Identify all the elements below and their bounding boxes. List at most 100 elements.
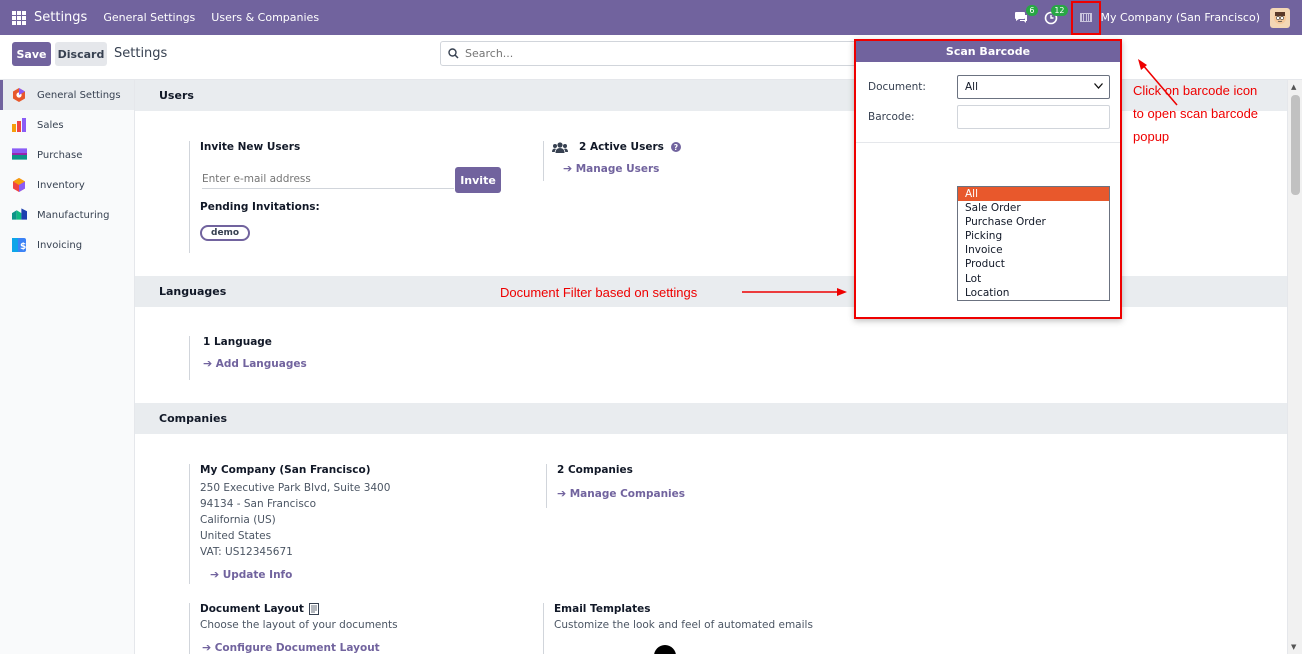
address-line: 250 Executive Park Blvd, Suite 3400 [200,482,391,494]
settings-sidebar: General Settings Sales Purchase Inventor… [0,80,135,654]
svg-text:$: $ [20,242,26,252]
sidebar-item-manufacturing[interactable]: Manufacturing [0,200,134,230]
chat-badge: 6 [1026,4,1038,16]
invite-email-input[interactable] [202,169,454,189]
update-info-link[interactable]: ➔ Update Info [210,568,390,581]
manage-users-link[interactable]: ➔ Manage Users [563,162,681,175]
nav-users-companies[interactable]: Users & Companies [211,11,319,24]
document-icon [308,603,319,615]
active-users-block: 2 Active Users ? ➔ Manage Users [543,141,681,181]
manage-companies-label: Manage Companies [569,488,686,500]
apps-menu-icon[interactable] [12,10,26,25]
users-icon [552,141,568,153]
option-location[interactable]: Location [958,286,1109,300]
inventory-icon [12,178,27,192]
language-count: 1 Language [203,336,272,348]
sidebar-item-general-settings[interactable]: General Settings [0,80,134,110]
page-title: Settings [114,46,168,61]
option-product[interactable]: Product [958,257,1109,271]
companies-count: 2 Companies [557,464,633,476]
invite-button[interactable]: Invite [455,167,501,193]
search-box [440,41,860,66]
scrollbar-thumb[interactable] [1291,95,1300,195]
sidebar-item-label: Inventory [37,179,85,191]
active-users-count: 2 Active Users [579,141,664,153]
address-line: United States [200,530,272,542]
sidebar-item-invoicing[interactable]: $ Invoicing [0,230,134,260]
barcode-input[interactable] [957,105,1110,129]
add-languages-label: Add Languages [215,358,307,370]
option-all[interactable]: All [958,187,1109,202]
user-avatar-icon[interactable] [1270,7,1290,28]
arrow-right-icon: ➔ [563,162,573,175]
invite-users-block: Invite New Users Pending Invitations: de… [189,141,454,253]
companies-count-block: 2 Companies ➔ Manage Companies [546,464,685,508]
document-layout-desc: Choose the layout of your documents [200,619,398,631]
company-name: My Company (San Francisco) [200,464,371,476]
scrollbar[interactable]: ▲ ▼ [1287,80,1302,654]
sidebar-item-label: Invoicing [37,239,83,251]
nav-general-settings[interactable]: General Settings [103,11,195,24]
document-select[interactable]: All [957,75,1110,99]
pending-invitations-title: Pending Invitations: [200,201,320,213]
email-templates-title: Email Templates [554,603,651,615]
popup-title: Scan Barcode [856,41,1120,62]
document-label: Document: [868,81,926,93]
invoicing-icon: $ [12,238,27,252]
vat-line: VAT: US12345671 [200,546,293,558]
discard-button[interactable]: Discard [55,42,107,66]
chat-icon[interactable]: 6 [1011,4,1038,28]
configure-layout-link[interactable]: ➔ Configure Document Layout [202,641,398,654]
invite-title: Invite New Users [200,141,301,153]
sidebar-item-label: Purchase [37,149,83,161]
add-languages-link[interactable]: ➔ Add Languages [203,357,307,370]
sidebar-item-label: Manufacturing [37,209,110,221]
arrow-right-icon: ➔ [210,568,220,581]
email-templates-desc: Customize the look and feel of automated… [554,619,813,631]
arrow-right-icon: ➔ [557,487,567,500]
sidebar-item-inventory[interactable]: Inventory [0,170,134,200]
annotation-line: Click on barcode icon [1133,83,1258,98]
scroll-down-icon[interactable]: ▼ [1291,643,1296,651]
annotation-line: popup [1133,129,1170,144]
scroll-up-icon[interactable]: ▲ [1291,83,1296,91]
save-button[interactable]: Save [12,42,51,66]
option-invoice[interactable]: Invoice [958,243,1109,257]
document-options-list[interactable]: All Sale Order Purchase Order Picking In… [957,186,1110,301]
sidebar-item-purchase[interactable]: Purchase [0,140,134,170]
email-templates-block: Email Templates Customize the look and f… [543,603,813,654]
activity-clock-icon[interactable]: 12 [1041,4,1068,28]
barcode-annotation: Click on barcode icon to open scan barco… [1133,79,1258,148]
app-brand[interactable]: Settings [34,10,87,25]
document-select-value: All [965,81,979,93]
option-purchase-order[interactable]: Purchase Order [958,215,1109,229]
address-line: California (US) [200,514,276,526]
company-info-block: My Company (San Francisco) 250 Executive… [189,464,390,584]
manufacturing-icon [12,208,27,222]
sidebar-item-sales[interactable]: Sales [0,110,134,140]
company-switcher[interactable]: My Company (San Francisco) [1101,11,1260,24]
top-navbar: Settings General Settings Users & Compan… [0,0,1302,35]
option-lot[interactable]: Lot [958,272,1109,286]
help-icon[interactable]: ? [670,142,681,152]
option-sale-order[interactable]: Sale Order [958,201,1109,215]
document-layout-title: Document Layout [200,603,304,615]
svg-text:?: ? [674,143,678,152]
section-header-companies: Companies [135,403,1287,434]
option-picking[interactable]: Picking [958,229,1109,243]
address-line: 94134 - San Francisco [200,498,316,510]
arrow-right-icon: ➔ [202,641,212,654]
search-icon [448,48,459,59]
filter-annotation: Document Filter based on settings [500,285,698,300]
sales-icon [12,118,27,132]
scan-barcode-popup: Scan Barcode Document: All Barcode: All … [854,39,1122,319]
barcode-icon[interactable] [1070,0,1101,35]
activity-badge: 12 [1051,4,1068,16]
configure-layout-label: Configure Document Layout [214,642,380,654]
pending-user-pill[interactable]: demo [200,225,251,241]
manage-companies-link[interactable]: ➔ Manage Companies [557,487,685,500]
chevron-down-icon [1094,76,1103,98]
update-info-label: Update Info [222,569,293,581]
document-layout-block: Document Layout Choose the layout of you… [189,603,398,654]
search-input[interactable] [465,47,825,60]
